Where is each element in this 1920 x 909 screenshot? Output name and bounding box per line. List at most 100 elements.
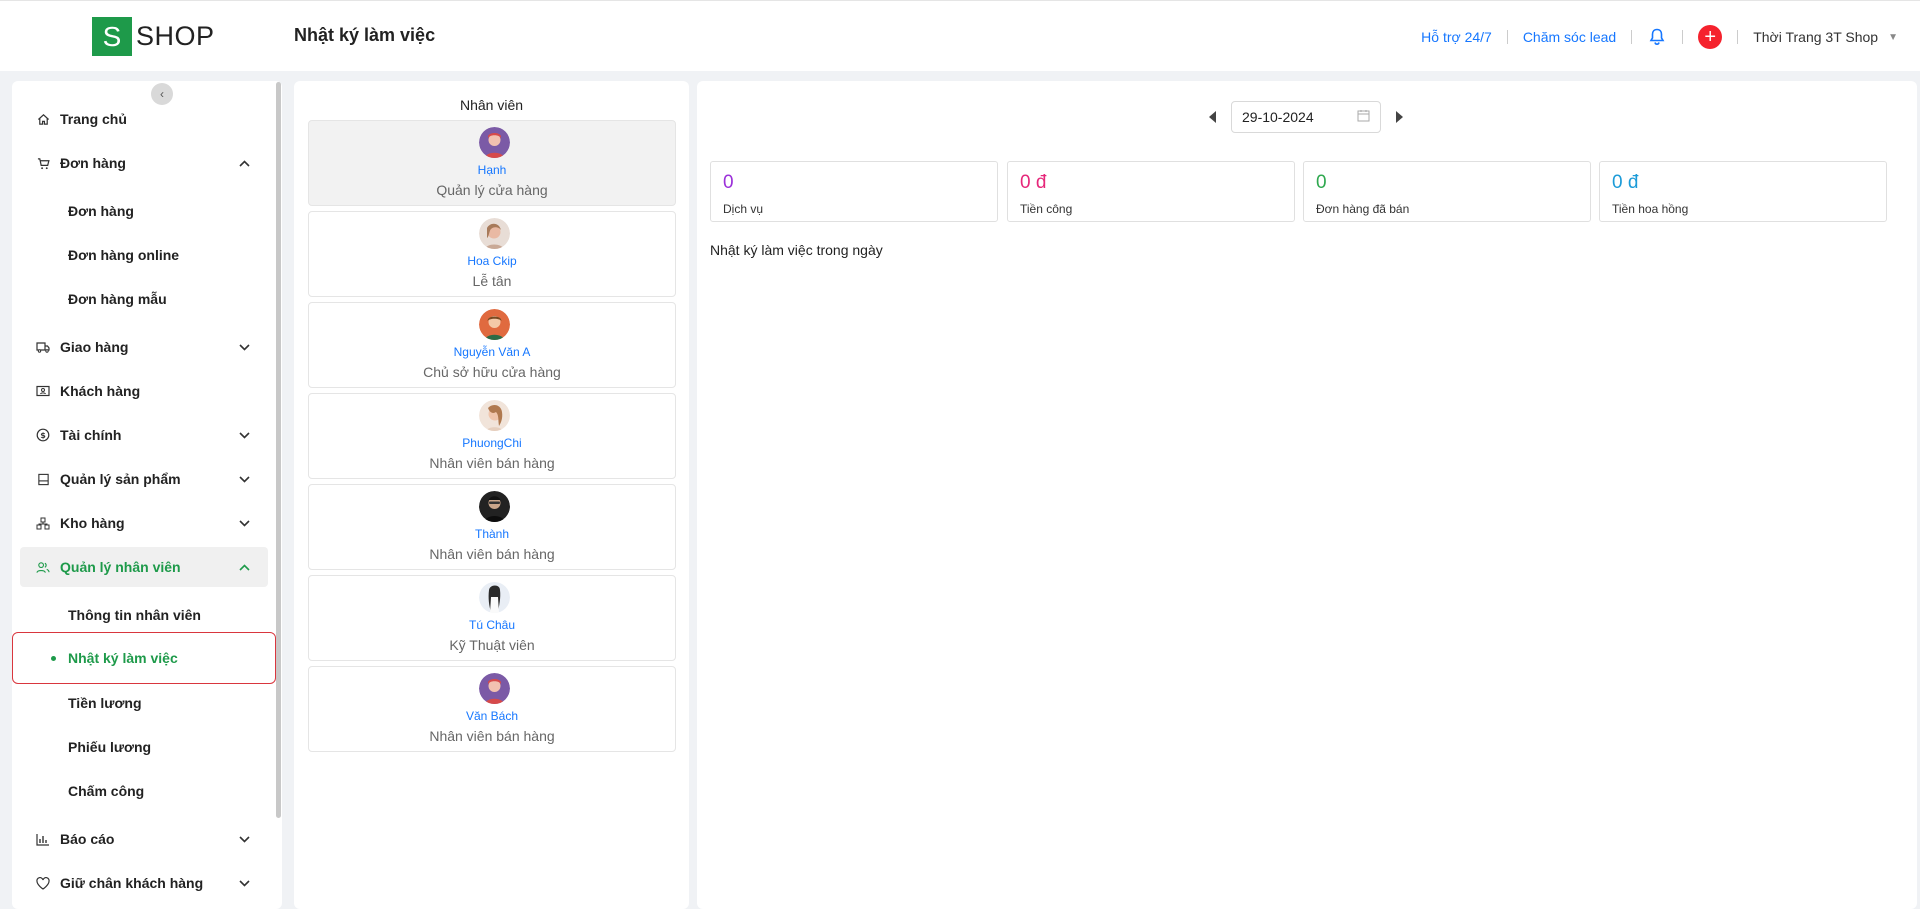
sidebar-subitem-payslip[interactable]: Phiếu lương [12, 727, 282, 767]
logo[interactable]: S SHOP [92, 17, 215, 56]
staff-name: PhuongChi [462, 436, 522, 450]
stat-value: 0 [1316, 172, 1327, 193]
stat-value: 0 đ [1020, 172, 1047, 193]
sidebar-item-products[interactable]: Quản lý sản phẩm [20, 459, 268, 499]
caret-down-icon[interactable]: ▼ [1888, 32, 1898, 43]
support-link[interactable]: Hỗ trợ 24/7 [1421, 29, 1492, 45]
staff-panel: Nhân viên Hạnh Quản lý cửa hàng Hoa Ckip… [294, 81, 689, 909]
stat-label: Dịch vụ [723, 202, 764, 216]
sidebar-subitem-online-orders[interactable]: Đơn hàng online [12, 235, 282, 275]
avatar [479, 400, 510, 431]
staff-card[interactable]: Nguyễn Văn A Chủ sở hữu cửa hàng [308, 302, 676, 388]
avatar [479, 309, 510, 340]
top-header: S SHOP Nhật ký làm việc Hỗ trợ 24/7 Chăm… [0, 0, 1920, 71]
stat-label: Đơn hàng đã bán [1316, 202, 1410, 216]
sidebar-item-finance[interactable]: $ Tài chính [20, 415, 268, 455]
staff-card[interactable]: Hoa Ckip Lễ tân [308, 211, 676, 297]
staff-name: Hạnh [477, 163, 507, 177]
divider [1682, 30, 1684, 44]
home-icon [36, 112, 50, 126]
sidebar-item-customer-retention[interactable]: Giữ chân khách hàng [20, 863, 268, 903]
chevron-up-icon [238, 159, 250, 167]
staff-card[interactable]: Văn Bách Nhân viên bán hàng [308, 666, 676, 752]
shop-selector[interactable]: Thời Trang 3T Shop [1753, 29, 1878, 45]
next-day-icon[interactable] [1396, 111, 1403, 123]
sidebar-item-label: Nhật ký làm việc [68, 650, 178, 666]
stat-value: 0 đ [1612, 172, 1639, 193]
work-log-panel: 29-10-2024 0 Dịch vụ 0 đ Tiền công 0 Đơn… [697, 81, 1917, 909]
chevron-down-icon [238, 343, 250, 351]
box-icon [36, 472, 50, 486]
cluster-icon [36, 516, 50, 530]
staff-role: Nhân viên bán hàng [429, 728, 555, 744]
date-value: 29-10-2024 [1242, 109, 1314, 125]
staff-name: Văn Bách [465, 709, 519, 723]
sidebar-item-home[interactable]: Trang chủ [20, 99, 268, 139]
staff-name: Thành [474, 527, 510, 541]
staff-card[interactable]: Hạnh Quản lý cửa hàng [308, 120, 676, 206]
staff-card[interactable]: PhuongChi Nhân viên bán hàng [308, 393, 676, 479]
active-dot [51, 655, 56, 661]
header-actions: Hỗ trợ 24/7 Chăm sóc lead + Thời Trang 3… [1421, 23, 1898, 51]
sidebar-item-orders[interactable]: Đơn hàng [20, 143, 268, 183]
logo-mark: S [92, 17, 132, 56]
prev-day-icon[interactable] [1209, 111, 1216, 123]
add-icon[interactable]: + [1698, 25, 1723, 49]
sidebar-item-label: Báo cáo [60, 831, 115, 847]
sidebar-item-warehouse[interactable]: Kho hàng [20, 503, 268, 543]
staff-role: Chủ sở hữu cửa hàng [423, 364, 561, 380]
divider [1631, 30, 1633, 44]
calendar-icon [1357, 109, 1370, 125]
staff-card[interactable]: Tú Châu Kỹ Thuật viên [308, 575, 676, 661]
contact-card-icon [36, 384, 50, 398]
sidebar-subitem-work-log[interactable]: Nhật ký làm việc [12, 632, 276, 684]
stat-value: 0 [723, 172, 734, 193]
svg-text:$: $ [40, 431, 46, 440]
staff-card[interactable]: Thành Nhân viên bán hàng [308, 484, 676, 570]
sidebar-subitem-sample-orders[interactable]: Đơn hàng mẫu [12, 279, 282, 319]
sidebar-item-customers[interactable]: Khách hàng [20, 371, 268, 411]
heart-icon [36, 876, 50, 890]
staff-role: Kỹ Thuật viên [449, 637, 535, 653]
avatar [479, 127, 510, 158]
divider [1737, 30, 1739, 44]
bell-icon[interactable] [1647, 27, 1667, 47]
sidebar-item-label: Quản lý sản phẩm [60, 471, 181, 487]
sidebar: ‹ Trang chủ Đơn hàng Đơn hàng Đơn hàng o… [12, 81, 282, 909]
sidebar-scrollbar[interactable] [276, 82, 281, 818]
sidebar-item-label: Quản lý nhân viên [60, 559, 181, 575]
sidebar-subitem-salary[interactable]: Tiền lương [12, 683, 282, 723]
bar-chart-icon [36, 832, 50, 846]
sidebar-item-delivery[interactable]: Giao hàng [20, 327, 268, 367]
staff-role: Quản lý cửa hàng [436, 182, 548, 198]
avatar [479, 218, 510, 249]
sidebar-item-label: Giữ chân khách hàng [60, 875, 204, 891]
sidebar-subitem-orders[interactable]: Đơn hàng [12, 191, 282, 231]
stat-card-orders-sold: 0 Đơn hàng đã bán [1303, 161, 1591, 222]
sidebar-subitem-timekeeping[interactable]: Chấm công [12, 771, 282, 811]
avatar [479, 582, 510, 613]
logo-text: SHOP [136, 21, 215, 51]
sidebar-item-label: Tài chính [60, 427, 122, 443]
sidebar-item-reports[interactable]: Báo cáo [20, 819, 268, 859]
sidebar-item-label: Trang chủ [60, 111, 127, 127]
staff-name: Hoa Ckip [467, 254, 517, 268]
stat-label: Tiền hoa hồng [1612, 202, 1689, 216]
stat-card-wages: 0 đ Tiền công [1007, 161, 1295, 222]
staff-role: Lễ tân [472, 273, 512, 289]
staff-name: Nguyễn Văn A [453, 345, 531, 359]
sidebar-subitem-staff-info[interactable]: Thông tin nhân viên [12, 595, 282, 635]
avatar [479, 673, 510, 704]
users-icon [36, 560, 50, 574]
date-picker[interactable]: 29-10-2024 [1231, 101, 1381, 133]
stat-card-commission: 0 đ Tiền hoa hồng [1599, 161, 1887, 222]
avatar [479, 491, 510, 522]
staff-panel-title: Nhân viên [459, 97, 524, 113]
sidebar-item-staff-management[interactable]: Quản lý nhân viên [20, 547, 268, 587]
divider [1506, 30, 1508, 44]
cart-icon [36, 156, 50, 170]
lead-care-link[interactable]: Chăm sóc lead [1523, 29, 1616, 45]
staff-role: Nhân viên bán hàng [429, 546, 555, 562]
truck-icon [36, 340, 50, 354]
sidebar-item-label: Khách hàng [60, 383, 141, 399]
